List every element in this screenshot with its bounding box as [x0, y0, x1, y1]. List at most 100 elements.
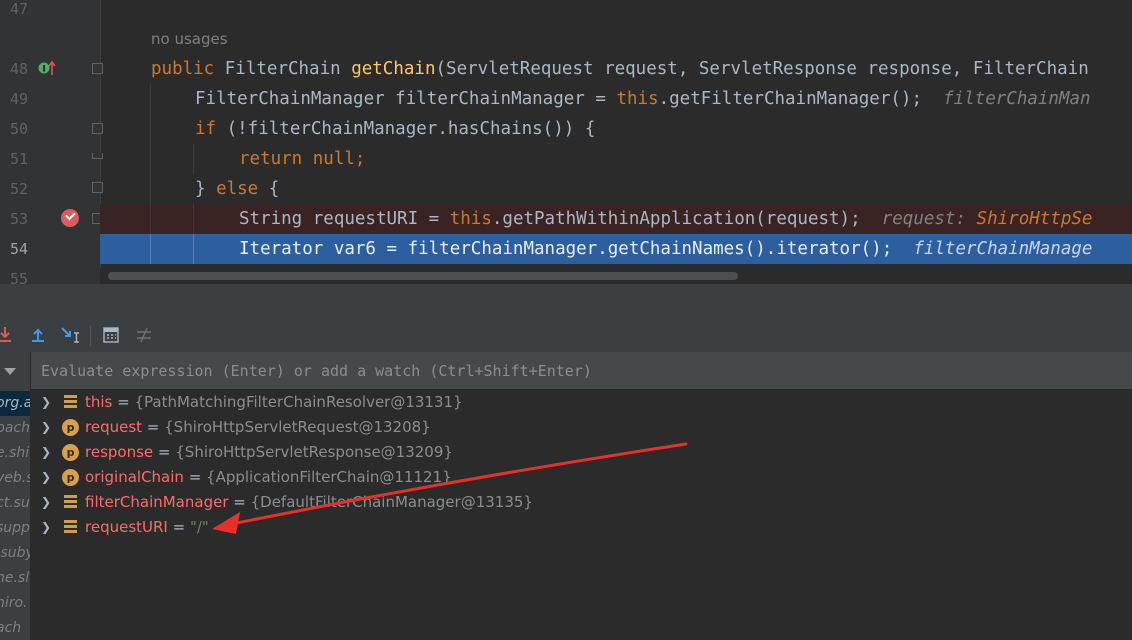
frame-item[interactable]: ach	[0, 616, 30, 640]
variable-row[interactable]: ❯ p originalChain = {ApplicationFilterCh…	[31, 465, 731, 490]
frame-item[interactable]: ct.su	[0, 491, 30, 516]
usages-hint-text[interactable]: no usages	[151, 24, 228, 54]
variable-row[interactable]: ❯ p request = {ShiroHttpServletRequest@1…	[31, 415, 731, 440]
variable-equals: =	[167, 518, 190, 536]
code-line-52[interactable]: } else {	[100, 174, 1132, 204]
chevron-right-icon[interactable]: ❯	[41, 465, 51, 490]
variable-equals: =	[153, 443, 176, 461]
implementing-method-icon[interactable]: I	[38, 60, 56, 76]
variable-name: requestURI	[85, 518, 168, 536]
variable-value: {DefaultFilterChainManager@13135}	[250, 493, 533, 511]
code-token: this	[616, 89, 659, 109]
variable-value: {ShiroHttpServletResponse@13209}	[175, 443, 453, 461]
variable-value: "/"	[189, 518, 209, 536]
chevron-down-icon[interactable]	[4, 368, 16, 375]
code-token: .getFilterChainManager();	[658, 89, 922, 109]
chevron-right-icon[interactable]: ❯	[41, 515, 51, 540]
frame-item[interactable]: he.sl	[0, 566, 30, 591]
step-out-icon[interactable]	[27, 324, 49, 346]
evaluate-expression-icon[interactable]	[100, 324, 122, 346]
frame-item[interactable]: .suby	[0, 541, 30, 566]
line-number: 52	[10, 180, 29, 198]
chevron-right-icon[interactable]: ❯	[41, 490, 51, 515]
code-token: getChain	[351, 59, 436, 79]
variable-row[interactable]: ❯ filterChainManager = {DefaultFilterCha…	[31, 490, 731, 515]
run-to-cursor-icon[interactable]	[59, 324, 81, 346]
variable-value: {ShiroHttpServletRequest@13208}	[164, 418, 431, 436]
chevron-right-icon[interactable]: ❯	[41, 390, 51, 415]
inline-debug-value: filterChainManage	[913, 239, 1093, 259]
code-line-48[interactable]: public FilterChain getChain(ServletReque…	[100, 54, 1132, 84]
variable-name: this	[85, 393, 113, 411]
code-token: this	[449, 209, 492, 229]
line-number: 55	[10, 270, 29, 284]
indent-guide	[150, 204, 151, 234]
chevron-right-icon[interactable]: ❯	[41, 440, 51, 465]
indent-guide	[150, 114, 151, 144]
breakpoint-icon[interactable]	[61, 209, 79, 227]
indent-guide	[193, 234, 194, 264]
code-line-54-execution-point[interactable]: Iterator var6 = filterChainManager.getCh…	[100, 234, 1132, 264]
code-token: public	[151, 59, 225, 79]
code-token: FilterChain	[224, 59, 352, 79]
field-icon	[64, 395, 78, 409]
debug-toolbar	[0, 318, 1132, 353]
code-token: Iterator var6 = filterChainManager.getCh…	[239, 239, 893, 259]
code-token: .getPathWithinApplication(request);	[491, 209, 861, 229]
variable-name: originalChain	[85, 468, 184, 486]
force-step-into-icon[interactable]	[0, 324, 16, 346]
indent-guide	[150, 234, 151, 264]
variable-value: {PathMatchingFilterChainResolver@13131}	[134, 393, 463, 411]
editor-gutter[interactable]: 47 48 49 50 51 52 53 54 55 I	[0, 0, 103, 284]
indent-guide	[150, 174, 151, 204]
variable-equals: =	[112, 393, 135, 411]
code-token: return null;	[239, 149, 366, 169]
code-token: {	[268, 179, 280, 199]
code-token: if	[195, 119, 227, 139]
frames-list[interactable]: org.a pach e.shi veb.s ct.su supp .suby …	[0, 352, 31, 640]
variable-row[interactable]: ❯ p response = {ShiroHttpServletResponse…	[31, 440, 731, 465]
indent-guide	[150, 84, 151, 114]
line-number: 53	[10, 210, 29, 228]
variable-row[interactable]: ❯ requestURI = "/"	[31, 515, 731, 540]
code-editor[interactable]: 47 48 49 50 51 52 53 54 55 I no usages p…	[0, 0, 1132, 284]
line-number: 51	[10, 150, 29, 168]
trace-stream-icon[interactable]	[133, 324, 155, 346]
line-number: 50	[10, 120, 29, 138]
variable-name: response	[85, 443, 154, 461]
evaluate-expression-input[interactable]	[33, 354, 1129, 387]
indent-guide	[193, 204, 194, 234]
inline-debug-value: request:	[881, 209, 977, 229]
code-line-51[interactable]: return null;	[100, 144, 1132, 174]
frame-item[interactable]: org.a	[0, 391, 30, 416]
variable-row[interactable]: ❯ this = {PathMatchingFilterChainResolve…	[31, 390, 731, 415]
code-token: String requestURI =	[239, 209, 450, 229]
line-number: 47	[10, 0, 29, 18]
code-line-50[interactable]: if (!filterChainManager.hasChains()) {	[100, 114, 1132, 144]
chevron-right-icon[interactable]: ❯	[41, 415, 51, 440]
variable-value: {ApplicationFilterChain@11121}	[206, 468, 452, 486]
frame-item[interactable]: e.shi	[0, 441, 30, 466]
code-line-53[interactable]: String requestURI = this.getPathWithinAp…	[100, 204, 1132, 234]
frame-item[interactable]: hiro.	[0, 591, 30, 616]
indent-guide	[193, 144, 194, 174]
line-number: 49	[10, 90, 29, 108]
line-number: 48	[10, 60, 29, 78]
variable-equals: =	[183, 468, 207, 486]
variable-equals: =	[142, 418, 165, 436]
frame-item[interactable]: pach	[0, 416, 30, 441]
code-line-49[interactable]: FilterChainManager filterChainManager = …	[100, 84, 1132, 114]
indent-guide	[150, 144, 151, 174]
code-token: else	[216, 179, 269, 199]
toolbar-separator	[90, 326, 91, 346]
code-line-47[interactable]	[100, 0, 1132, 24]
frame-item[interactable]: supp	[0, 516, 30, 541]
frame-item[interactable]: veb.s	[0, 466, 30, 491]
code-token: FilterChainManager filterChainManager =	[195, 89, 617, 109]
variables-panel[interactable]: ❯ this = {PathMatchingFilterChainResolve…	[31, 352, 1132, 640]
inline-debug-value: ShiroHttpSe	[976, 209, 1093, 229]
parameter-icon: p	[62, 419, 79, 436]
code-token: (ServletRequest request, ServletResponse…	[435, 59, 1089, 79]
horizontal-scrollbar-thumb[interactable]	[108, 272, 738, 280]
code-vision-hint[interactable]: no usages	[100, 24, 1132, 54]
